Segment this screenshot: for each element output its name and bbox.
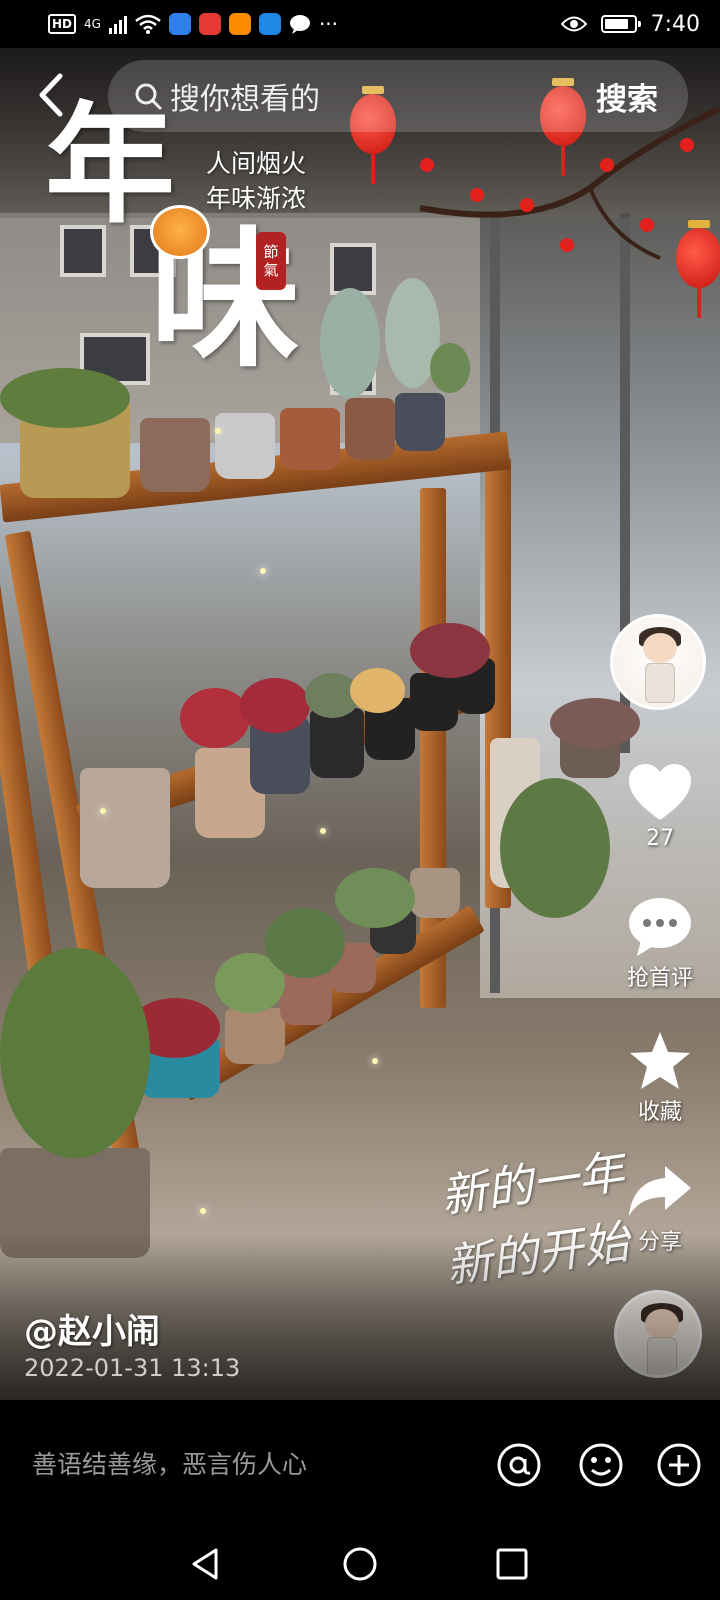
emoji-icon[interactable] bbox=[578, 1442, 624, 1488]
succulent bbox=[550, 698, 640, 748]
slogan: 人间烟火 年味渐浓 bbox=[206, 146, 306, 216]
slogan-line-2: 年味渐浓 bbox=[206, 184, 307, 213]
wifi-icon bbox=[135, 14, 161, 34]
nav-recents-icon[interactable] bbox=[492, 1544, 532, 1584]
sparkle bbox=[100, 808, 106, 814]
author-name[interactable]: @赵小闹 bbox=[24, 1304, 160, 1353]
succulent bbox=[0, 948, 150, 1158]
succulent bbox=[410, 623, 490, 678]
favorite-label: 收藏 bbox=[637, 1100, 682, 1125]
sparkle bbox=[372, 1058, 378, 1064]
battery-icon bbox=[600, 15, 641, 33]
app-icon-red bbox=[198, 13, 221, 35]
system-nav-bar bbox=[0, 1530, 720, 1600]
plant-pot bbox=[280, 408, 340, 470]
comment-icon bbox=[629, 898, 691, 956]
post-date: 2022-01-31 13:13 bbox=[24, 1354, 241, 1382]
seal-stamp: 節 氣 bbox=[256, 232, 286, 290]
search-icon bbox=[135, 83, 162, 110]
plant-pot bbox=[410, 673, 458, 731]
eye-icon bbox=[560, 16, 587, 32]
back-button[interactable] bbox=[30, 70, 74, 120]
chevron-left-icon bbox=[39, 73, 63, 117]
sparkle bbox=[215, 428, 221, 434]
search-placeholder: 搜你想看的 bbox=[170, 82, 320, 117]
like-count: 27 bbox=[646, 826, 674, 851]
plant-pot bbox=[280, 973, 332, 1025]
succulent bbox=[0, 368, 130, 428]
status-bar: HD 4G ··· 7:40 bbox=[0, 0, 720, 48]
star-icon bbox=[630, 1032, 690, 1089]
tiger-sticker bbox=[150, 205, 210, 259]
share-icon bbox=[629, 1166, 691, 1216]
more-notifications-icon: ··· bbox=[318, 12, 339, 36]
plum-blossom bbox=[600, 158, 614, 172]
app-icon-blue bbox=[168, 13, 191, 35]
plant-pot bbox=[395, 393, 445, 451]
signal-icon bbox=[108, 14, 127, 34]
message-icon bbox=[289, 15, 310, 34]
succulent bbox=[265, 908, 345, 978]
plum-blossom bbox=[560, 238, 574, 252]
comment-label: 抢首评 bbox=[626, 966, 693, 991]
battery-fill bbox=[604, 19, 629, 29]
succulent bbox=[320, 288, 380, 398]
plant-pot bbox=[410, 868, 460, 918]
sparkle bbox=[260, 568, 266, 574]
slogan-line-1: 人间烟火 bbox=[206, 149, 307, 178]
plant-pot bbox=[225, 1008, 285, 1064]
nav-home-icon[interactable] bbox=[340, 1544, 380, 1584]
comment-input[interactable]: 善语结善缘，恶言伤人心 bbox=[32, 1440, 462, 1490]
hd-indicator: HD bbox=[48, 14, 77, 34]
succulent bbox=[180, 688, 250, 748]
status-left: HD 4G ··· bbox=[48, 12, 338, 36]
plant-pot bbox=[310, 708, 364, 778]
heart-icon bbox=[629, 764, 691, 820]
plum-blossom bbox=[520, 198, 534, 212]
plant-pot bbox=[140, 418, 210, 492]
app-icon-lightblue bbox=[258, 13, 281, 35]
avatar-face bbox=[643, 633, 677, 663]
author-avatar[interactable] bbox=[610, 614, 706, 710]
building-window bbox=[330, 243, 376, 295]
plum-blossom bbox=[680, 138, 694, 152]
app-icon-orange bbox=[228, 13, 251, 35]
search-button[interactable]: 搜索 bbox=[596, 74, 658, 119]
plum-blossom bbox=[640, 218, 654, 232]
like-button[interactable]: 27 bbox=[615, 762, 705, 851]
plant-pot bbox=[345, 398, 395, 460]
at-mention-icon[interactable] bbox=[496, 1442, 542, 1488]
plus-icon[interactable] bbox=[656, 1442, 702, 1488]
avatar-body bbox=[645, 663, 675, 703]
succulent bbox=[500, 778, 610, 918]
succulent bbox=[335, 868, 415, 928]
plant-pot bbox=[80, 768, 170, 888]
comment-bar: 善语结善缘，恶言伤人心 bbox=[0, 1400, 720, 1530]
plant-pot bbox=[215, 413, 275, 479]
status-right: 7:40 bbox=[560, 11, 700, 37]
sparkle bbox=[320, 828, 326, 834]
sparkle bbox=[200, 1208, 206, 1214]
succulent bbox=[430, 343, 470, 393]
favorite-button[interactable]: 收藏 bbox=[615, 1030, 705, 1126]
nav-back-icon[interactable] bbox=[186, 1544, 226, 1584]
seal-text-1: 節 bbox=[263, 243, 279, 261]
succulent bbox=[240, 678, 310, 733]
plum-blossom bbox=[470, 188, 484, 202]
succulent bbox=[350, 668, 405, 713]
network-type: 4G bbox=[84, 17, 101, 31]
plum-blossom bbox=[420, 158, 434, 172]
seal-text-2: 氣 bbox=[263, 261, 279, 279]
clock: 7:40 bbox=[650, 11, 700, 37]
comment-button[interactable]: 抢首评 bbox=[615, 896, 705, 992]
